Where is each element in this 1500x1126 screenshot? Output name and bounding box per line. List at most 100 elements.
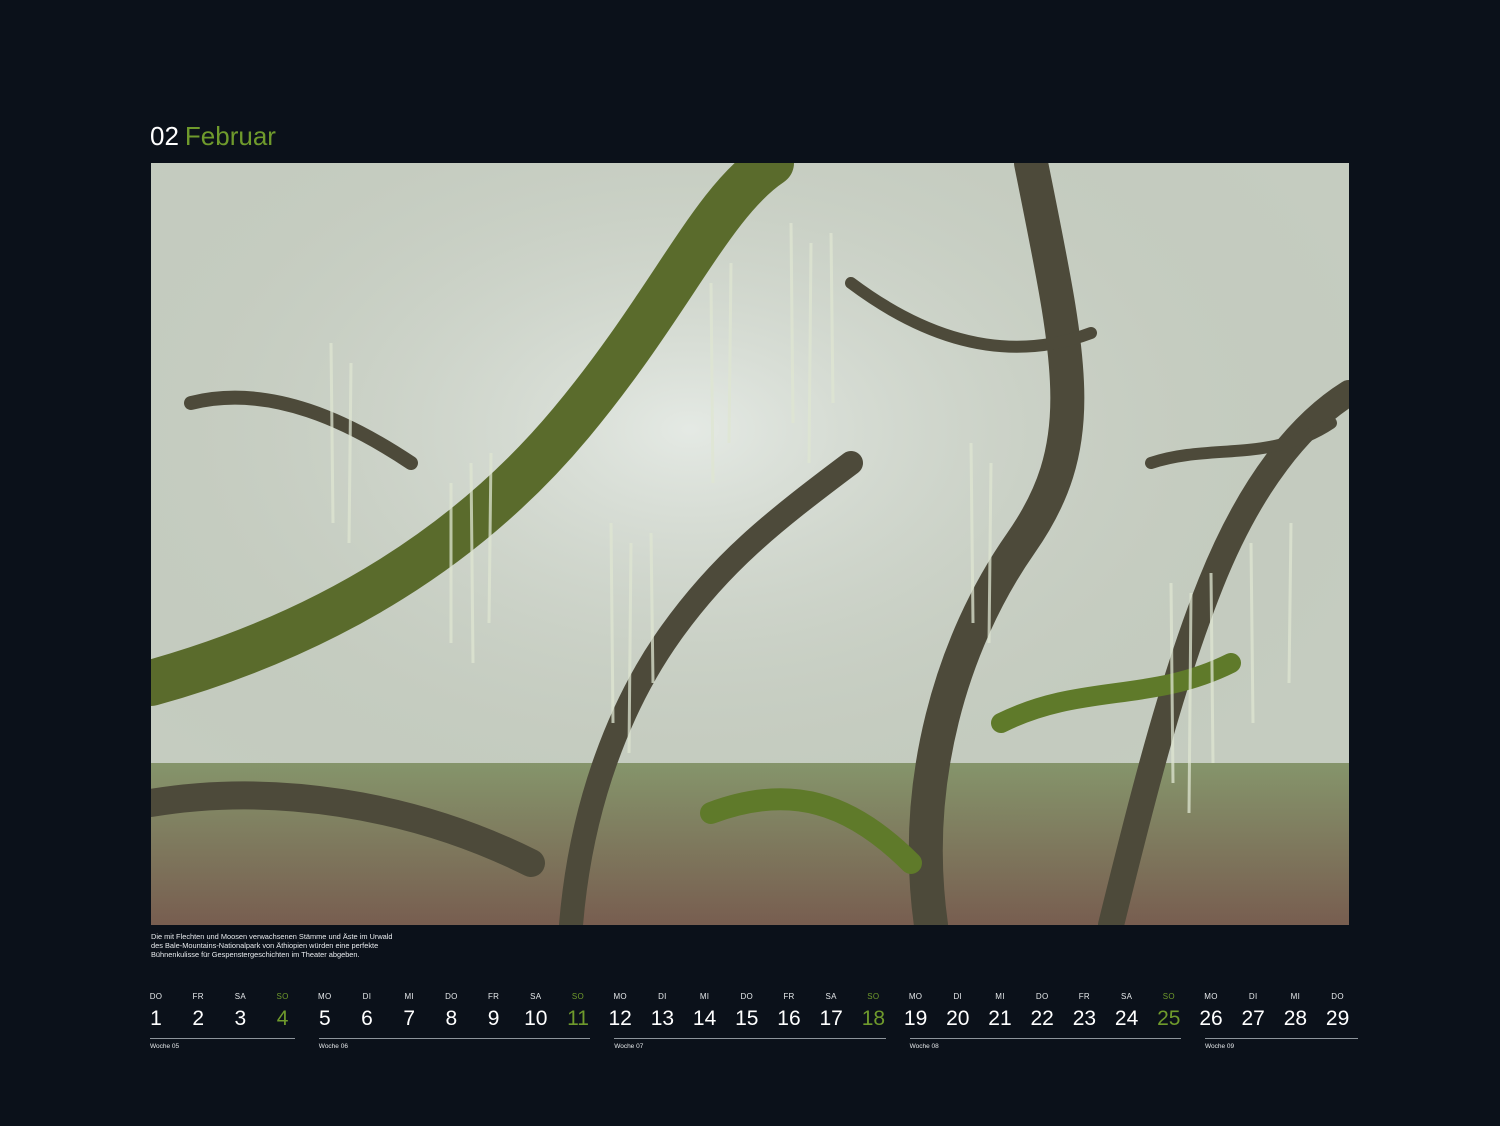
day-date: 12 [608,1007,632,1030]
day-date: 23 [1072,1007,1097,1030]
day-date: 25 [1157,1007,1181,1030]
calendar-day: FR 9 [474,992,514,1032]
calendar-day: SO 11 [558,992,598,1032]
day-name: DO [445,992,458,1001]
day-name: MO [613,992,627,1001]
day-date: 2 [192,1007,205,1030]
day-date: 29 [1325,1007,1350,1030]
calendar-day: SA 17 [811,992,851,1032]
day-name: MI [995,992,1005,1001]
month-name: Februar [184,121,276,151]
day-date: 15 [735,1007,759,1030]
calendar-day: MI 28 [1275,992,1315,1032]
day-date: 24 [1114,1007,1139,1030]
calendar-week: MO 12 DI 13 MI 14 DO 15 FR 16 SA 17 SO 18 Woche 07 [609,992,886,1052]
week-label: Woche 07 [614,1043,644,1050]
calendar-week: MO 19 DI 20 MI 21 DO 22 FR 23 SA 24 SO 25 Woche 08 [904,992,1181,1052]
day-date: 16 [777,1007,801,1030]
day-name: SO [571,992,585,1001]
day-date: 21 [988,1007,1012,1030]
day-date: 14 [692,1007,717,1030]
day-name: DO [1331,992,1344,1001]
calendar-day: SA 24 [1107,992,1147,1032]
day-name: DO [1035,992,1049,1001]
day-date: 10 [524,1007,548,1030]
caption-line: Bühnenkulisse für Gespenstergeschichten … [151,950,360,959]
photo-caption: Die mit Flechten und Moosen verwachsenen… [151,932,441,959]
week-divider [1205,1038,1358,1039]
calendar-day: SA 3 [220,992,260,1032]
day-date: 28 [1283,1007,1308,1030]
calendar-day: MO 26 [1191,992,1231,1032]
week-label: Woche 05 [150,1043,180,1050]
day-name: DI [1248,992,1258,1001]
calendar-day: DO 8 [431,992,471,1032]
day-name: DI [658,992,667,1001]
day-date: 22 [1030,1007,1054,1030]
day-date: 1 [150,1007,162,1030]
day-name: DO [149,992,163,1001]
calendar-day: SA 10 [516,992,556,1032]
calendar-day: DO 15 [727,992,767,1032]
day-name: DI [953,992,963,1001]
calendar-day: FR 2 [178,992,218,1032]
calendar-day: MI 21 [980,992,1020,1032]
day-date: 19 [903,1007,928,1030]
forest-photo-illustration [151,163,1349,925]
calendar-day: SO 18 [853,992,893,1032]
calendar-day: MO 19 [896,992,936,1032]
week-label: Woche 08 [909,1043,939,1050]
calendar-day: MI 7 [389,992,429,1032]
day-name: DI [362,992,372,1001]
calendar-day: DO 1 [136,992,176,1032]
day-name: FR [783,992,795,1001]
calendar-day: MI 14 [685,992,725,1032]
day-name: MI [1290,992,1301,1001]
calendar-day: DI 27 [1233,992,1273,1032]
day-date: 13 [650,1007,675,1030]
calendar-day: MO 12 [600,992,640,1032]
calendar-week: DO 1 FR 2 SA 3 SO 4 Woche 05 [150,992,295,1052]
calendar-day: FR 23 [1064,992,1104,1032]
day-name: MI [699,992,710,1001]
day-name: SO [867,992,880,1001]
day-name: MO [1204,992,1218,1001]
caption-line: des Bale-Mountains-Nationalpark von Äthi… [151,941,379,950]
day-name: DO [740,992,754,1001]
calendar-day: FR 16 [769,992,809,1032]
day-date: 4 [276,1007,289,1030]
calendar-day: SO 25 [1149,992,1189,1032]
week-divider [614,1038,886,1039]
day-name: FR [192,992,204,1001]
day-date: 18 [861,1007,886,1030]
day-date: 17 [819,1007,843,1030]
week-divider [150,1038,295,1039]
day-date: 8 [445,1007,458,1030]
day-date: 11 [567,1007,589,1030]
day-date: 26 [1199,1007,1223,1030]
week-label: Woche 06 [318,1043,348,1050]
day-name: SA [530,992,542,1001]
day-date: 5 [318,1007,331,1030]
day-name: SO [1162,992,1175,1001]
calendar-day: MO 5 [305,992,345,1032]
day-name: FR [487,992,500,1001]
caption-line: Die mit Flechten und Moosen verwachsenen… [151,932,393,941]
calendar-week: MO 5 DI 6 MI 7 DO 8 FR 9 SA 10 SO 11 Woche 06 [318,992,591,1052]
calendar-day: SO 4 [263,992,303,1032]
day-date: 7 [403,1007,416,1030]
day-date: 9 [487,1007,500,1030]
day-name: SA [825,992,837,1001]
day-date: 6 [361,1007,373,1030]
week-divider [318,1038,591,1039]
day-name: MO [318,992,332,1001]
day-name: SA [1120,992,1133,1001]
week-label: Woche 09 [1205,1043,1235,1050]
day-date: 3 [234,1007,247,1030]
day-name: FR [1078,992,1091,1001]
day-name: MO [908,992,923,1001]
month-number: 02 [150,121,179,151]
calendar-week: MO 26 DI 27 MI 28 DO 29 Woche 09 [1199,992,1358,1052]
calendar-day: DI 13 [642,992,682,1032]
week-divider [909,1038,1181,1039]
